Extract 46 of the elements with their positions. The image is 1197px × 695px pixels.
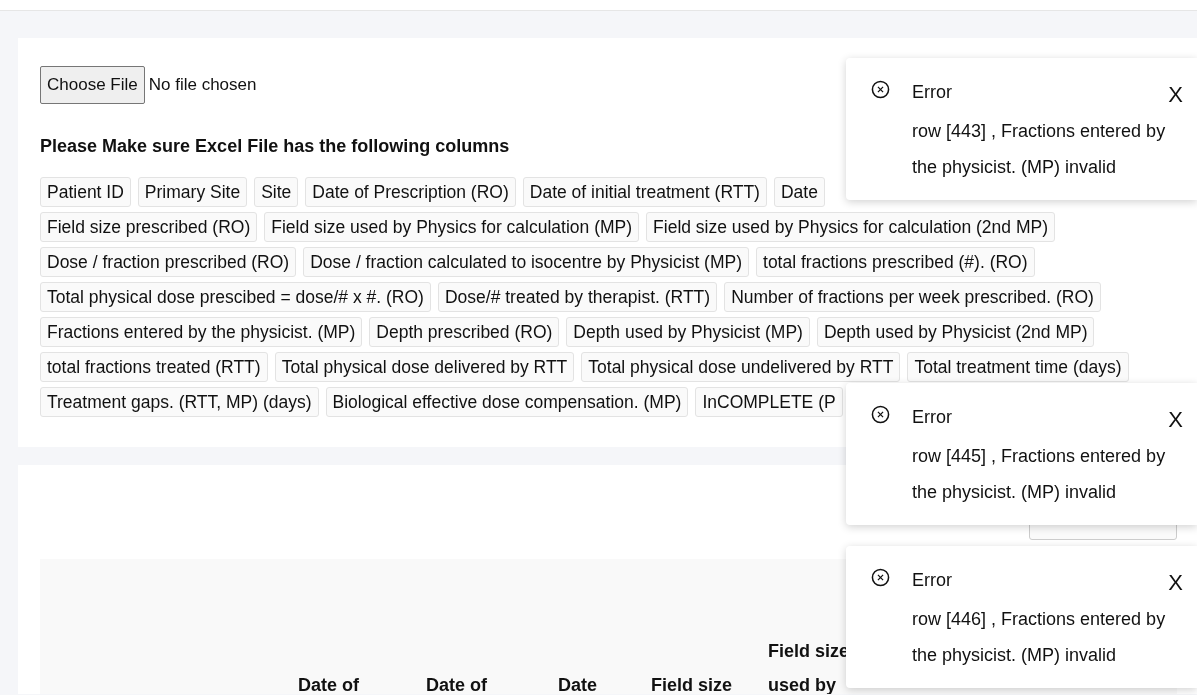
column-tag: Patient ID: [40, 177, 131, 207]
toast-title: Error: [912, 570, 953, 591]
column-tag: Dose/# treated by therapist. (RTT): [437, 282, 718, 312]
column-tag: Treatment gaps. (RTT, MP) (days): [40, 387, 319, 417]
column-tag: Total treatment time (days): [907, 352, 1129, 382]
error-icon: [871, 405, 890, 424]
column-tag: Dose / fraction calculated to isocentre by Physicist (MP): [303, 247, 749, 277]
column-tag: total fractions prescribed (#). (RO): [756, 247, 1035, 277]
instructions-heading: Please Make sure Excel File has the following columns: [40, 136, 510, 157]
file-status: No file chosen: [148, 75, 257, 95]
close-button[interactable]: X: [1168, 407, 1183, 433]
column-tag: Depth used by Physicist (MP): [566, 317, 810, 347]
column-header: used by: [768, 674, 838, 694]
column-tag: Total physical dose undelivered by RTT: [581, 352, 901, 382]
column-tag: Date of initial treatment (RTT): [522, 177, 767, 207]
column-tag: Primary Site: [137, 177, 248, 207]
column-tag: Number of fractions per week prescribed. (RO): [724, 282, 1101, 312]
error-icon: [871, 568, 890, 587]
toast-message: row [446] , Fractions entered by the physicist. (MP) invalid: [912, 608, 1167, 667]
column-tag: Dose / fraction prescribed (RO): [40, 247, 297, 277]
choose-file-button[interactable]: Choose File: [40, 66, 145, 104]
column-tag: Field size prescribed (RO): [40, 212, 258, 242]
column-header: Date of: [426, 674, 488, 694]
column-tag: Date: [773, 177, 825, 207]
column-tag: InCOMPLETE (P: [695, 387, 843, 417]
column-tag: total fractions treated (RTT): [40, 352, 268, 382]
column-tag: Site: [254, 177, 299, 207]
column-header: Field size: [651, 674, 734, 694]
column-tag: Fractions entered by the physicist. (MP): [40, 317, 363, 347]
column-tag: Field size used by Physics for calculation (MP): [264, 212, 640, 242]
column-tag: Total physical dose prescibed = dose/# x #. (RO): [40, 282, 431, 312]
toast-title: Error: [912, 82, 953, 103]
column-tag: Depth used by Physicist (2nd MP): [816, 317, 1095, 347]
column-tag: Depth prescribed (RO): [369, 317, 560, 347]
column-tag: Field size used by Physics for calculation (2nd MP): [646, 212, 1055, 242]
column-tag: Date of Prescription (RO): [305, 177, 516, 207]
toast-message: row [443] , Fractions entered by the physicist. (MP) invalid: [912, 120, 1167, 179]
column-header: Date of: [298, 674, 360, 694]
close-button[interactable]: X: [1168, 82, 1183, 108]
error-icon: [871, 80, 890, 99]
close-button[interactable]: X: [1168, 570, 1183, 596]
column-tag: Biological effective dose compensation. (MP): [325, 387, 689, 417]
column-tag: Total physical dose delivered by RTT: [274, 352, 575, 382]
toast-title: Error: [912, 407, 953, 428]
column-header: Date: [558, 674, 598, 694]
toast-message: row [445] , Fractions entered by the physicist. (MP) invalid: [912, 445, 1167, 504]
